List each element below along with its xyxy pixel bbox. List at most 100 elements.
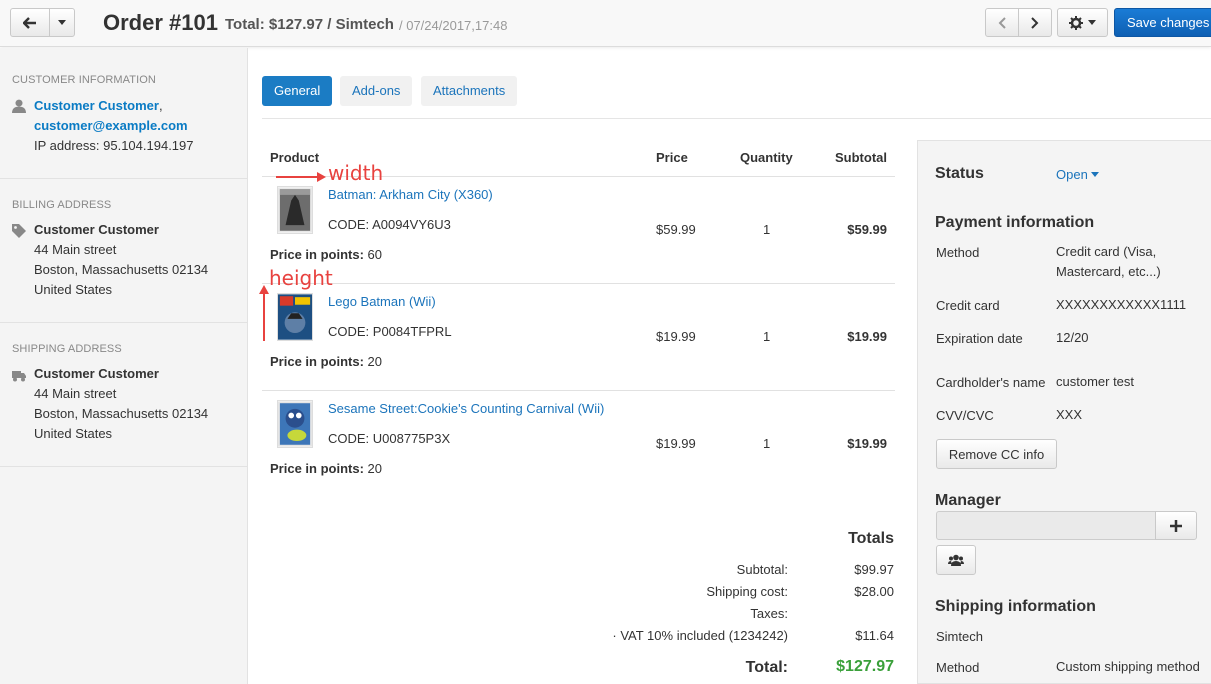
order-date: / 07/24/2017,17:48 <box>399 18 508 33</box>
shipping-company: Simtech <box>936 629 983 644</box>
product-name-link[interactable]: Sesame Street:Cookie's Counting Carnival… <box>328 401 604 416</box>
caret-down-icon <box>58 20 66 25</box>
billing-address-section: BILLING ADDRESS Customer Customer 44 Mai… <box>0 179 247 323</box>
page-title: Order #101 <box>103 10 218 35</box>
width-arrow <box>276 172 326 182</box>
product-subtotal: $19.99 <box>847 329 887 344</box>
product-price: $19.99 <box>656 329 696 344</box>
points-label: Price in points: <box>270 354 364 369</box>
width-annotation: width <box>328 161 384 185</box>
chevron-right-icon <box>1031 16 1039 29</box>
points-value: 20 <box>367 354 382 369</box>
height-arrow <box>259 285 269 341</box>
subtotal-label: Subtotal: <box>736 562 788 577</box>
product-code: CODE: P0084TFPRL <box>328 324 452 339</box>
shipping-country: United States <box>34 426 113 441</box>
shipping-cost-value: $28.00 <box>854 584 894 599</box>
product-points: Price in points: 60 <box>270 247 382 262</box>
product-code: CODE: U008775P3X <box>328 431 451 446</box>
truck-icon <box>12 371 26 382</box>
plus-icon <box>1170 519 1182 532</box>
totals-heading: Totals <box>848 530 894 547</box>
section-heading: SHIPPING ADDRESS <box>12 343 122 355</box>
product-subtotal: $19.99 <box>847 436 887 451</box>
section-heading: BILLING ADDRESS <box>12 199 112 211</box>
caret-down-icon <box>1088 20 1096 25</box>
points-label: Price in points: <box>270 461 364 476</box>
credit-card-label: Credit card <box>936 298 1000 313</box>
product-points: Price in points: 20 <box>270 461 382 476</box>
customer-name-link[interactable]: Customer Customer <box>34 98 159 113</box>
users-icon <box>948 554 964 566</box>
settings-dropdown-button[interactable] <box>1057 8 1108 37</box>
product-points: Price in points: 20 <box>270 354 382 369</box>
previous-order-button[interactable] <box>985 8 1019 37</box>
status-value: Open <box>1056 167 1088 182</box>
product-thumbnail[interactable] <box>277 186 313 234</box>
chevron-left-icon <box>998 16 1006 29</box>
product-name-link[interactable]: Batman: Arkham City (X360) <box>328 187 493 202</box>
user-icon <box>12 99 26 113</box>
tag-icon <box>12 224 26 238</box>
points-label: Price in points: <box>270 247 364 262</box>
shipping-name: Customer Customer <box>34 366 159 381</box>
grand-total-value: $127.97 <box>836 658 894 675</box>
toolbar: Order #101 Total: $127.97 / Simtech / 07… <box>0 0 1211 47</box>
back-button[interactable] <box>10 8 50 37</box>
product-thumbnail[interactable] <box>277 293 313 341</box>
cardholder-value: customer test <box>1056 374 1135 389</box>
row-divider <box>262 390 895 391</box>
height-annotation: height <box>269 266 333 290</box>
manager-heading: Manager <box>935 492 1001 509</box>
status-heading: Status <box>935 165 984 182</box>
back-dropdown-button[interactable] <box>49 8 75 37</box>
remove-cc-info-button[interactable]: Remove CC info <box>936 439 1057 469</box>
product-name-link[interactable]: Lego Batman (Wii) <box>328 294 436 309</box>
points-value: 60 <box>367 247 382 262</box>
product-quantity: 1 <box>763 222 771 237</box>
customer-info-section: CUSTOMER INFORMATION Customer Customer, … <box>0 48 247 179</box>
tab-attachments[interactable]: Attachments <box>421 76 518 106</box>
manager-input[interactable] <box>936 511 1156 540</box>
billing-country: United States <box>34 282 113 297</box>
column-header-subtotal: Subtotal <box>835 150 887 165</box>
shipping-info-heading: Shipping information <box>935 598 1096 615</box>
product-price: $59.99 <box>656 222 696 237</box>
billing-street: 44 Main street <box>34 242 117 257</box>
cvv-value: XXX <box>1056 407 1083 422</box>
shipping-city: Boston, Massachusetts 02134 <box>34 406 209 421</box>
select-manager-button[interactable] <box>936 545 976 575</box>
product-thumbnail[interactable] <box>277 400 313 448</box>
status-dropdown[interactable]: Open <box>1056 167 1100 182</box>
payment-method-value-line2: Mastercard, etc...) <box>1056 264 1161 279</box>
product-quantity: 1 <box>763 436 771 451</box>
taxes-label: Taxes: <box>750 606 788 621</box>
customer-ip: IP address: 95.104.194.197 <box>34 138 194 153</box>
billing-name: Customer Customer <box>34 222 159 237</box>
customer-email-link[interactable]: customer@example.com <box>34 116 188 136</box>
product-price: $19.99 <box>656 436 696 451</box>
next-order-button[interactable] <box>1018 8 1052 37</box>
product-code: CODE: A0094VY6U3 <box>328 217 451 232</box>
tab-general[interactable]: General <box>262 76 333 106</box>
shipping-method-value: Custom shipping method <box>1056 659 1200 674</box>
row-divider <box>262 283 895 284</box>
shipping-address-section: SHIPPING ADDRESS Customer Customer 44 Ma… <box>0 323 247 467</box>
credit-card-value: XXXXXXXXXXXX1111 <box>1056 297 1187 312</box>
vat-value: $11.64 <box>855 628 894 643</box>
shipping-cost-label: Shipping cost: <box>706 584 788 599</box>
tab-add-ons[interactable]: Add-ons <box>340 76 413 106</box>
add-manager-button[interactable] <box>1155 511 1197 540</box>
shipping-method-label: Method <box>936 660 980 675</box>
order-total: Total: $127.97 / Simtech <box>225 16 394 33</box>
vat-label: · VAT 10% included (1234242) <box>612 628 788 643</box>
save-changes-button[interactable]: Save changes <box>1114 8 1211 37</box>
billing-city: Boston, Massachusetts 02134 <box>34 262 209 277</box>
column-header-product: Product <box>270 150 320 165</box>
expiration-label: Expiration date <box>936 331 1023 346</box>
column-header-quantity: Quantity <box>740 150 793 165</box>
grand-total-label: Total: <box>745 659 788 676</box>
gear-icon <box>1069 15 1083 30</box>
shipping-street: 44 Main street <box>34 386 117 401</box>
name-separator: , <box>158 98 163 113</box>
